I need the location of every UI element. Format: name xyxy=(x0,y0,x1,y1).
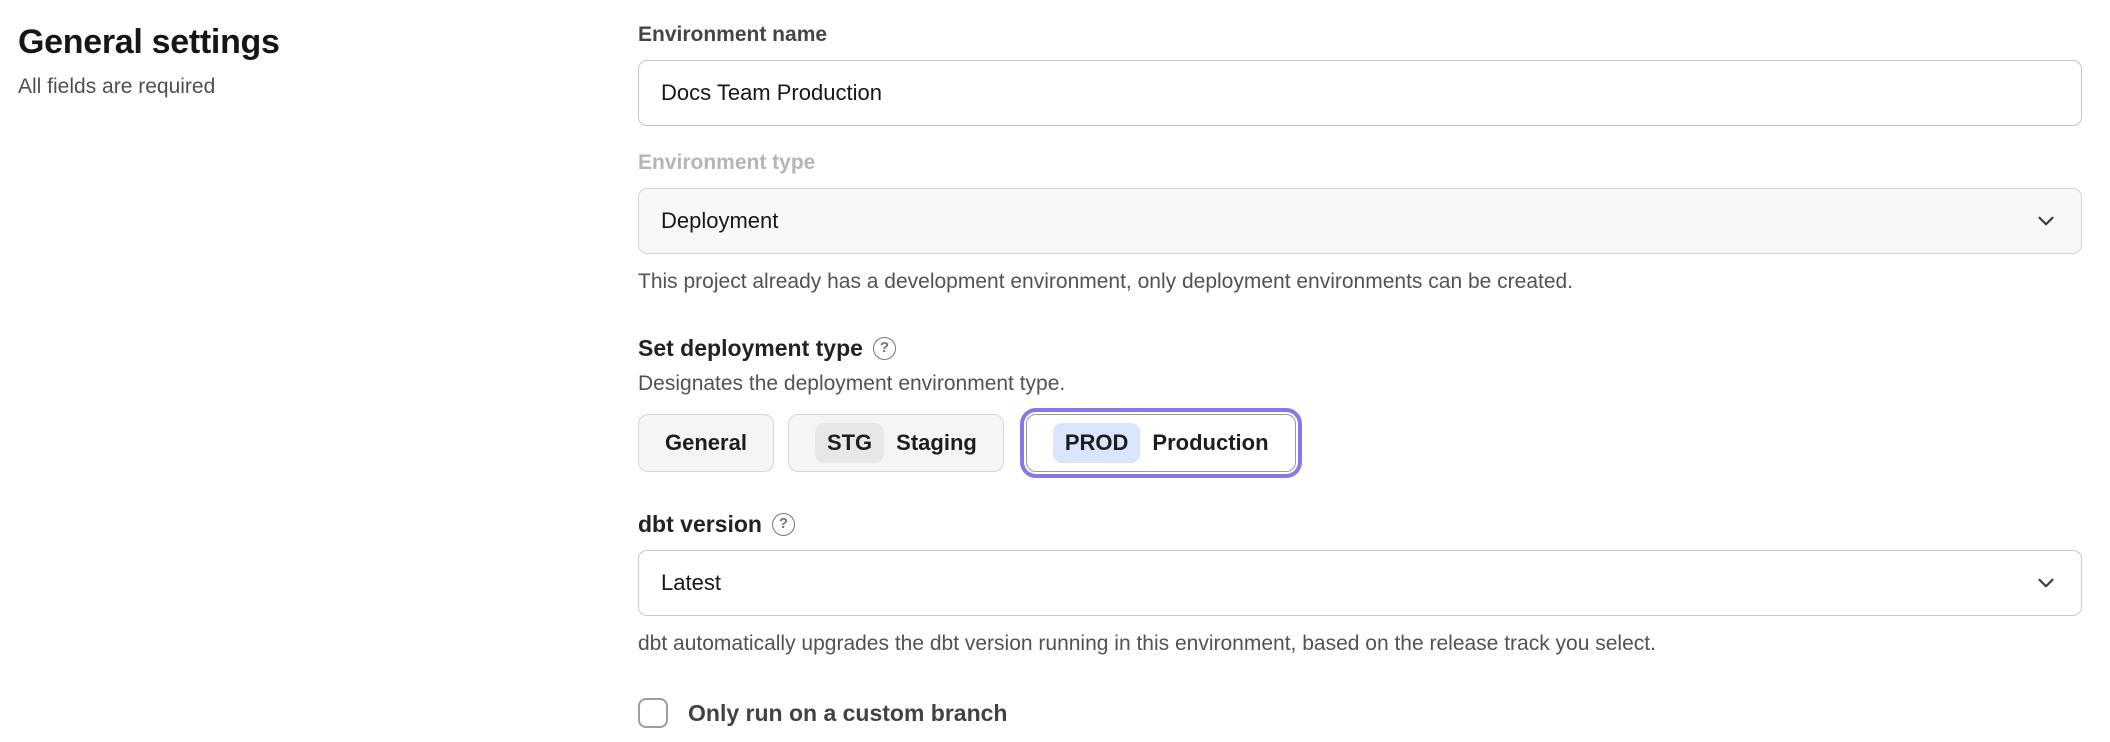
deployment-type-heading: Set deployment type ? xyxy=(638,334,2082,362)
dbt-version-value: Latest xyxy=(661,570,721,596)
production-badge: PROD xyxy=(1053,423,1141,463)
page-subtitle: All fields are required xyxy=(18,75,578,99)
custom-branch-row: Only run on a custom branch xyxy=(638,698,2082,728)
deployment-type-general-button[interactable]: General xyxy=(638,414,774,472)
custom-branch-checkbox[interactable] xyxy=(638,698,668,728)
help-icon[interactable]: ? xyxy=(772,513,795,536)
deployment-type-staging-label: Staging xyxy=(896,430,977,456)
environment-type-select: Deployment xyxy=(638,188,2082,254)
deployment-type-production-button[interactable]: PROD Production xyxy=(1026,414,1296,472)
deployment-type-general-label: General xyxy=(665,430,747,456)
staging-badge: STG xyxy=(815,423,884,463)
deployment-type-production-label: Production xyxy=(1152,430,1268,456)
settings-intro: General settings All fields are required xyxy=(18,24,578,99)
dbt-version-helper: dbt automatically upgrades the dbt versi… xyxy=(638,632,2082,656)
chevron-down-icon xyxy=(2033,570,2059,596)
environment-type-helper: This project already has a development e… xyxy=(638,270,2082,294)
dbt-version-select[interactable]: Latest xyxy=(638,550,2082,616)
environment-name-input[interactable] xyxy=(638,60,2082,126)
dbt-version-heading-text: dbt version xyxy=(638,510,762,538)
environment-name-label: Environment name xyxy=(638,22,2082,48)
environment-type-label: Environment type xyxy=(638,150,2082,176)
dbt-version-heading: dbt version ? xyxy=(638,510,2082,538)
deployment-type-options: General STG Staging PROD Production xyxy=(638,414,2082,472)
deployment-type-heading-text: Set deployment type xyxy=(638,334,863,362)
help-icon[interactable]: ? xyxy=(873,337,896,360)
general-settings-form: Environment name Environment type Deploy… xyxy=(638,22,2082,728)
custom-branch-label: Only run on a custom branch xyxy=(688,700,1007,727)
chevron-down-icon xyxy=(2033,208,2059,234)
page-title: General settings xyxy=(18,24,578,61)
environment-type-value: Deployment xyxy=(661,208,778,234)
deployment-type-description: Designates the deployment environment ty… xyxy=(638,372,2082,396)
deployment-type-staging-button[interactable]: STG Staging xyxy=(788,414,1004,472)
